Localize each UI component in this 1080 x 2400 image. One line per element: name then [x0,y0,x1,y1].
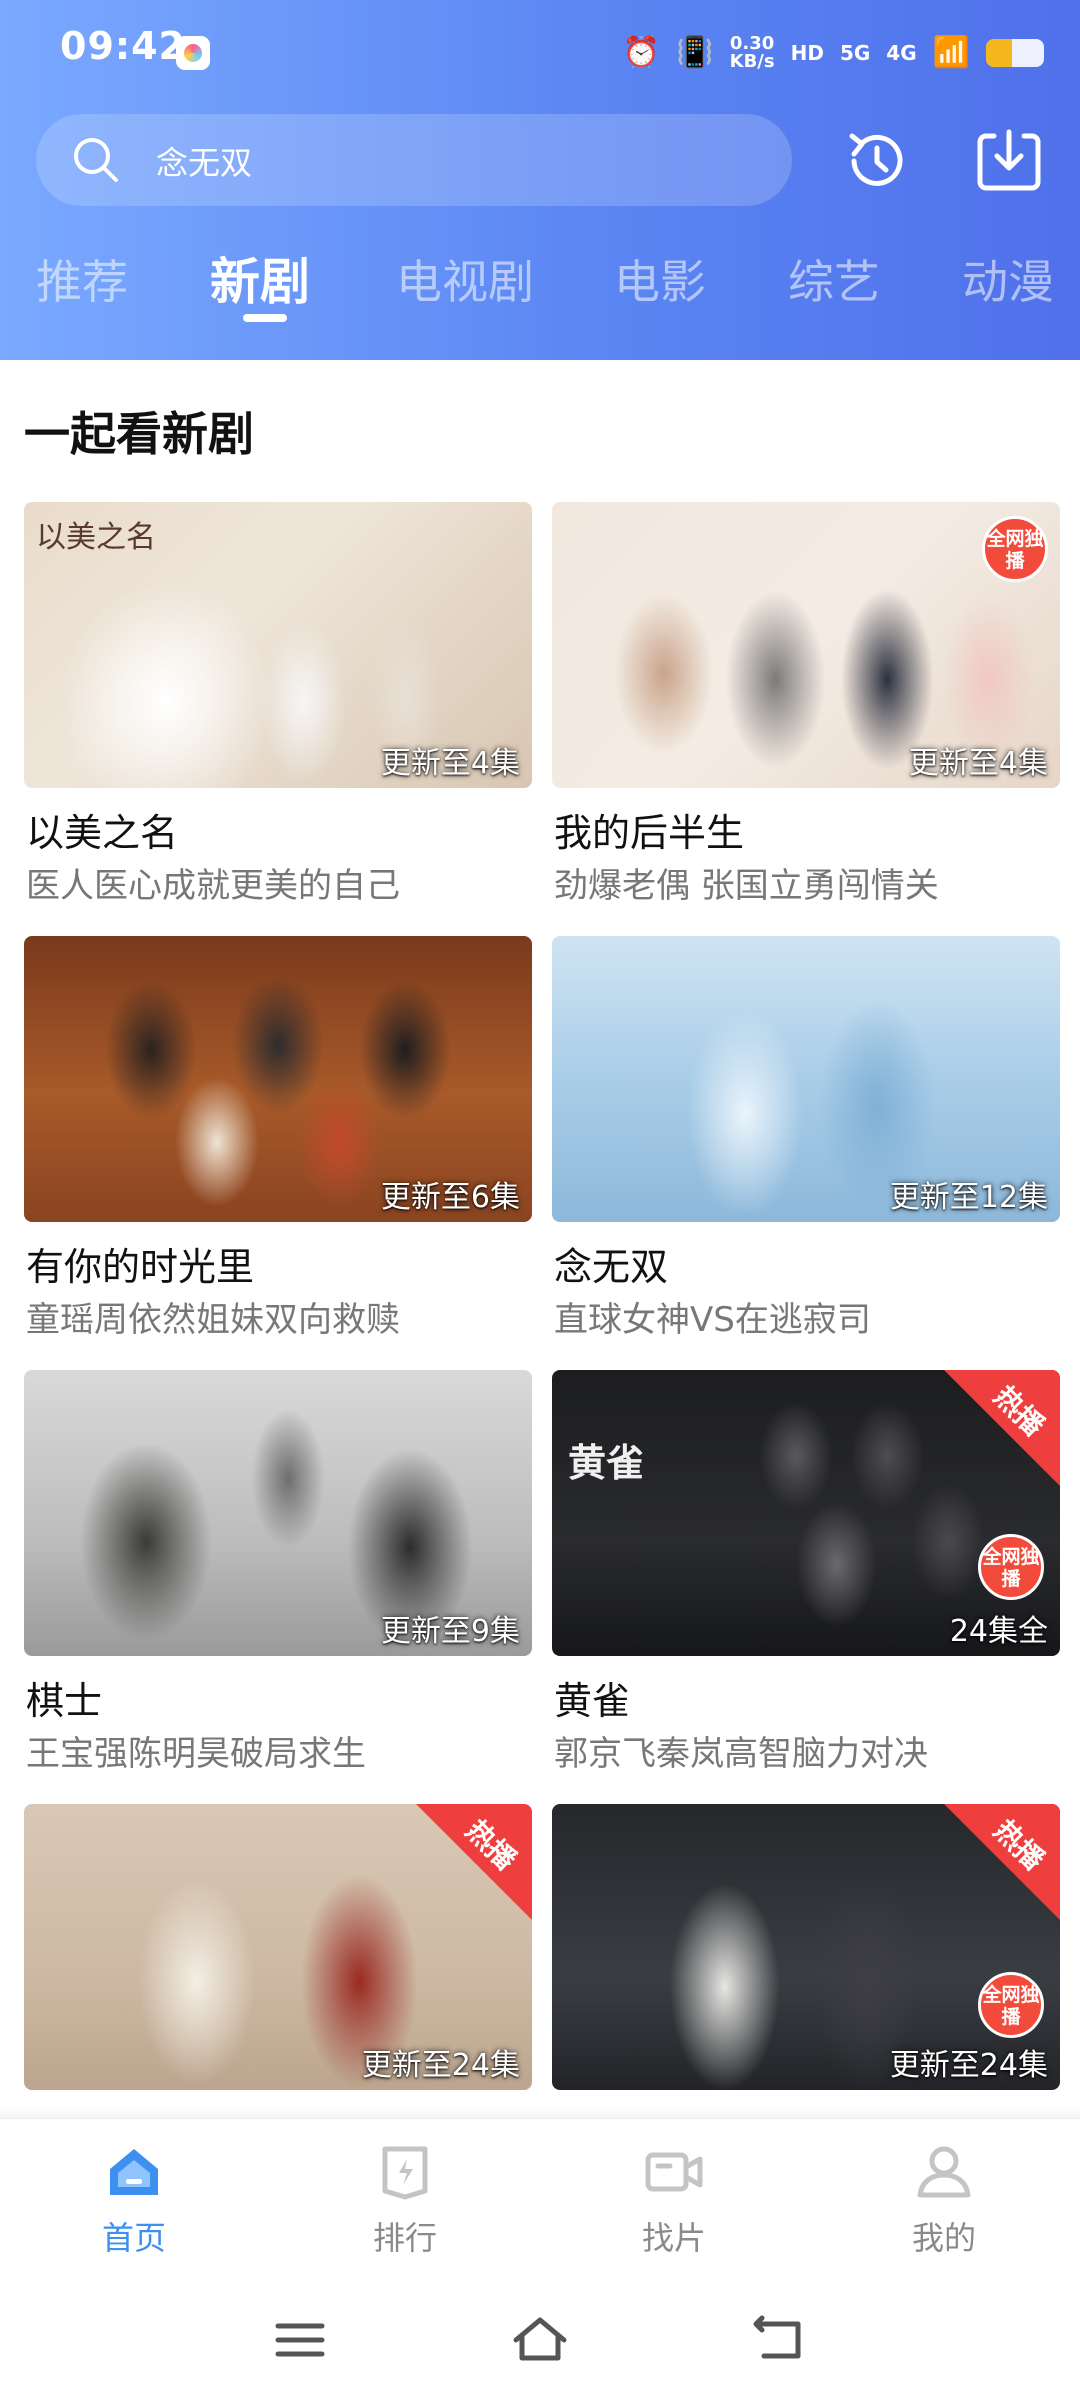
tab-anime[interactable]: 动漫 [962,246,1054,312]
drama-card[interactable]: 更新至9集 棋士 王宝强陈明昊破局求生 [24,1370,532,1774]
poster: 黄雀 热播 全网独播 24集全 [552,1370,1060,1656]
poster: 热播 全网独播 更新至24集 [552,1804,1060,2090]
card-title: 棋士 [26,1679,103,1723]
notification-app-icon [176,36,210,70]
signal-4g-icon: 4G [886,41,917,65]
vibrate-icon: 📳 [676,35,714,70]
net-speed: 0.30 KB/s [730,35,775,71]
card-subtitle: 王宝强陈明昊破局求生 [26,1734,366,1774]
tab-variety[interactable]: 综艺 [788,246,880,312]
status-time: 09:42 [60,24,186,68]
nav-home-label: 首页 [101,2219,166,2257]
active-tab-indicator [243,314,287,322]
tab-movies[interactable]: 电影 [614,246,706,312]
wifi-icon: 📶 [932,35,970,70]
poster: 全网独播 更新至4集 [552,502,1060,788]
drama-card[interactable]: 热播 全网独播 更新至24集 [552,1804,1060,2090]
nav-home[interactable]: 首页 [74,2139,194,2259]
poster-logo: 黄雀 [568,1440,645,1485]
drama-card[interactable]: 更新至12集 念无双 直球女神VS在逃寂司 [552,936,1060,1340]
nav-profile[interactable]: 我的 [884,2139,1004,2259]
home-button-icon[interactable] [510,2310,570,2370]
episode-badge: 24集全 [949,1614,1048,1649]
video-camera-icon [645,2152,703,2192]
search-icon [74,138,118,182]
nav-discover-label: 找片 [641,2219,706,2257]
status-icons: ⏰ 📳 0.30 KB/s HD 5G 4G 📶 [623,28,1044,78]
exclusive-stamp: 全网独播 [982,516,1048,582]
episode-badge: 更新至9集 [380,1614,520,1649]
tab-tv-series[interactable]: 电视剧 [396,246,534,312]
card-subtitle: 郭京飞秦岚高智脑力对决 [554,1734,928,1774]
hot-corner-badge: 热播 [416,1804,532,1920]
hot-corner-badge: 热播 [944,1804,1060,1920]
hd-icon: HD [790,41,824,65]
net-speed-unit: KB/s [729,51,775,72]
battery-icon [986,39,1044,67]
ranking-icon [382,2146,428,2200]
section-title: 一起看新剧 [24,407,254,461]
drama-card[interactable]: 以美之名 更新至4集 以美之名 医人医心成就更美的自己 [24,502,532,906]
back-icon[interactable] [750,2310,810,2370]
battery-fill [986,39,1013,67]
nav-profile-label: 我的 [911,2219,976,2257]
episode-badge: 更新至24集 [361,2048,520,2083]
card-subtitle: 劲爆老偶 张国立勇闯情关 [554,866,939,906]
poster: 更新至12集 [552,936,1060,1222]
poster-logo: 以美之名 [36,520,156,555]
alarm-icon: ⏰ [622,35,661,70]
search-placeholder: 念无双 [156,144,253,182]
exclusive-stamp: 全网独播 [978,1534,1044,1600]
poster: 更新至6集 [24,936,532,1222]
exclusive-stamp: 全网独播 [978,1972,1044,2038]
episode-badge: 更新至6集 [380,1180,520,1215]
category-tabs: 推荐 新剧 电视剧 电影 综艺 动漫 [0,240,1080,330]
card-title: 黄雀 [554,1679,631,1723]
tab-recommend[interactable]: 推荐 [36,246,128,312]
signal-5g-icon: 5G [839,41,871,65]
nav-ranking[interactable]: 排行 [345,2139,465,2259]
drama-card[interactable]: 热播 更新至24集 [24,1804,532,2090]
card-title: 我的后半生 [554,811,745,855]
status-bar: 09:42 ⏰ 📳 0.30 KB/s HD 5G 4G 📶 [0,0,1080,105]
history-icon[interactable] [840,124,914,198]
card-subtitle: 医人医心成就更美的自己 [26,866,400,906]
menu-icon[interactable] [270,2310,330,2370]
bottom-nav: 首页 排行 找片 我的 [0,2118,1080,2288]
download-icon[interactable] [972,124,1046,198]
poster: 热播 更新至24集 [24,1804,532,2090]
nav-ranking-label: 排行 [372,2219,437,2257]
app-header: 09:42 ⏰ 📳 0.30 KB/s HD 5G 4G 📶 念无双 推荐 新剧… [0,0,1080,360]
poster: 更新至9集 [24,1370,532,1656]
card-subtitle: 童瑶周依然姐妹双向救赎 [26,1300,400,1340]
drama-card[interactable]: 更新至6集 有你的时光里 童瑶周依然姐妹双向救赎 [24,936,532,1340]
episode-badge: 更新至4集 [380,746,520,781]
episode-badge: 更新至4集 [908,746,1048,781]
drama-card[interactable]: 黄雀 热播 全网独播 24集全 黄雀 郭京飞秦岚高智脑力对决 [552,1370,1060,1774]
drama-card[interactable]: 全网独播 更新至4集 我的后半生 劲爆老偶 张国立勇闯情关 [552,502,1060,906]
system-nav-bar [0,2288,1080,2400]
episode-badge: 更新至24集 [889,2048,1048,2083]
poster: 以美之名 更新至4集 [24,502,532,788]
card-title: 有你的时光里 [26,1245,255,1289]
user-icon [917,2146,971,2198]
tab-new-drama[interactable]: 新剧 [210,242,310,314]
search-bar[interactable]: 念无双 [36,114,792,206]
episode-badge: 更新至12集 [889,1180,1048,1215]
home-icon [110,2149,158,2195]
card-title: 以美之名 [26,811,179,855]
nav-discover[interactable]: 找片 [614,2139,734,2259]
card-subtitle: 直球女神VS在逃寂司 [554,1300,871,1340]
hot-corner-badge: 热播 [944,1370,1060,1486]
card-title: 念无双 [554,1245,669,1289]
